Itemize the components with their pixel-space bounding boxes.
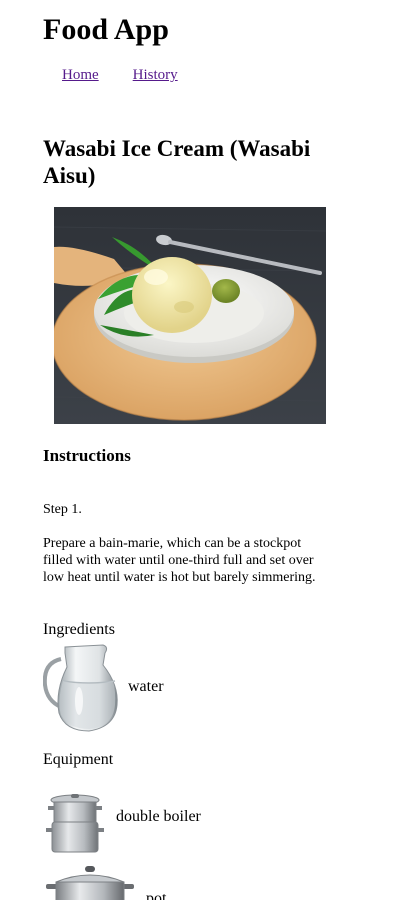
instructions-heading: Instructions [43, 446, 131, 465]
equipment-label-double-boiler: double boiler [116, 808, 201, 825]
page: Food App Home History Wasabi Ice Cream (W… [0, 0, 400, 900]
ingredient-label-water: water [128, 678, 164, 695]
step-text: Prepare a bain-marie, which can be a sto… [43, 536, 316, 585]
pot-image [46, 866, 134, 900]
water-pitcher-image [43, 644, 118, 732]
ingredients-label: Ingredients [43, 621, 115, 638]
equipment-label-pot: pot [146, 890, 167, 900]
nav-link-home[interactable]: Home [62, 67, 99, 83]
equipment-label: Equipment [43, 751, 114, 768]
recipe-title: Wasabi Ice Cream (Wasabi Aisu) [43, 136, 311, 188]
nav-link-history[interactable]: History [133, 67, 178, 83]
step-label: Step 1. [43, 502, 82, 517]
dish-photo [54, 207, 326, 424]
main-nav: Home History [62, 65, 178, 85]
app-title: Food App [43, 13, 169, 46]
double-boiler-image [46, 794, 104, 853]
